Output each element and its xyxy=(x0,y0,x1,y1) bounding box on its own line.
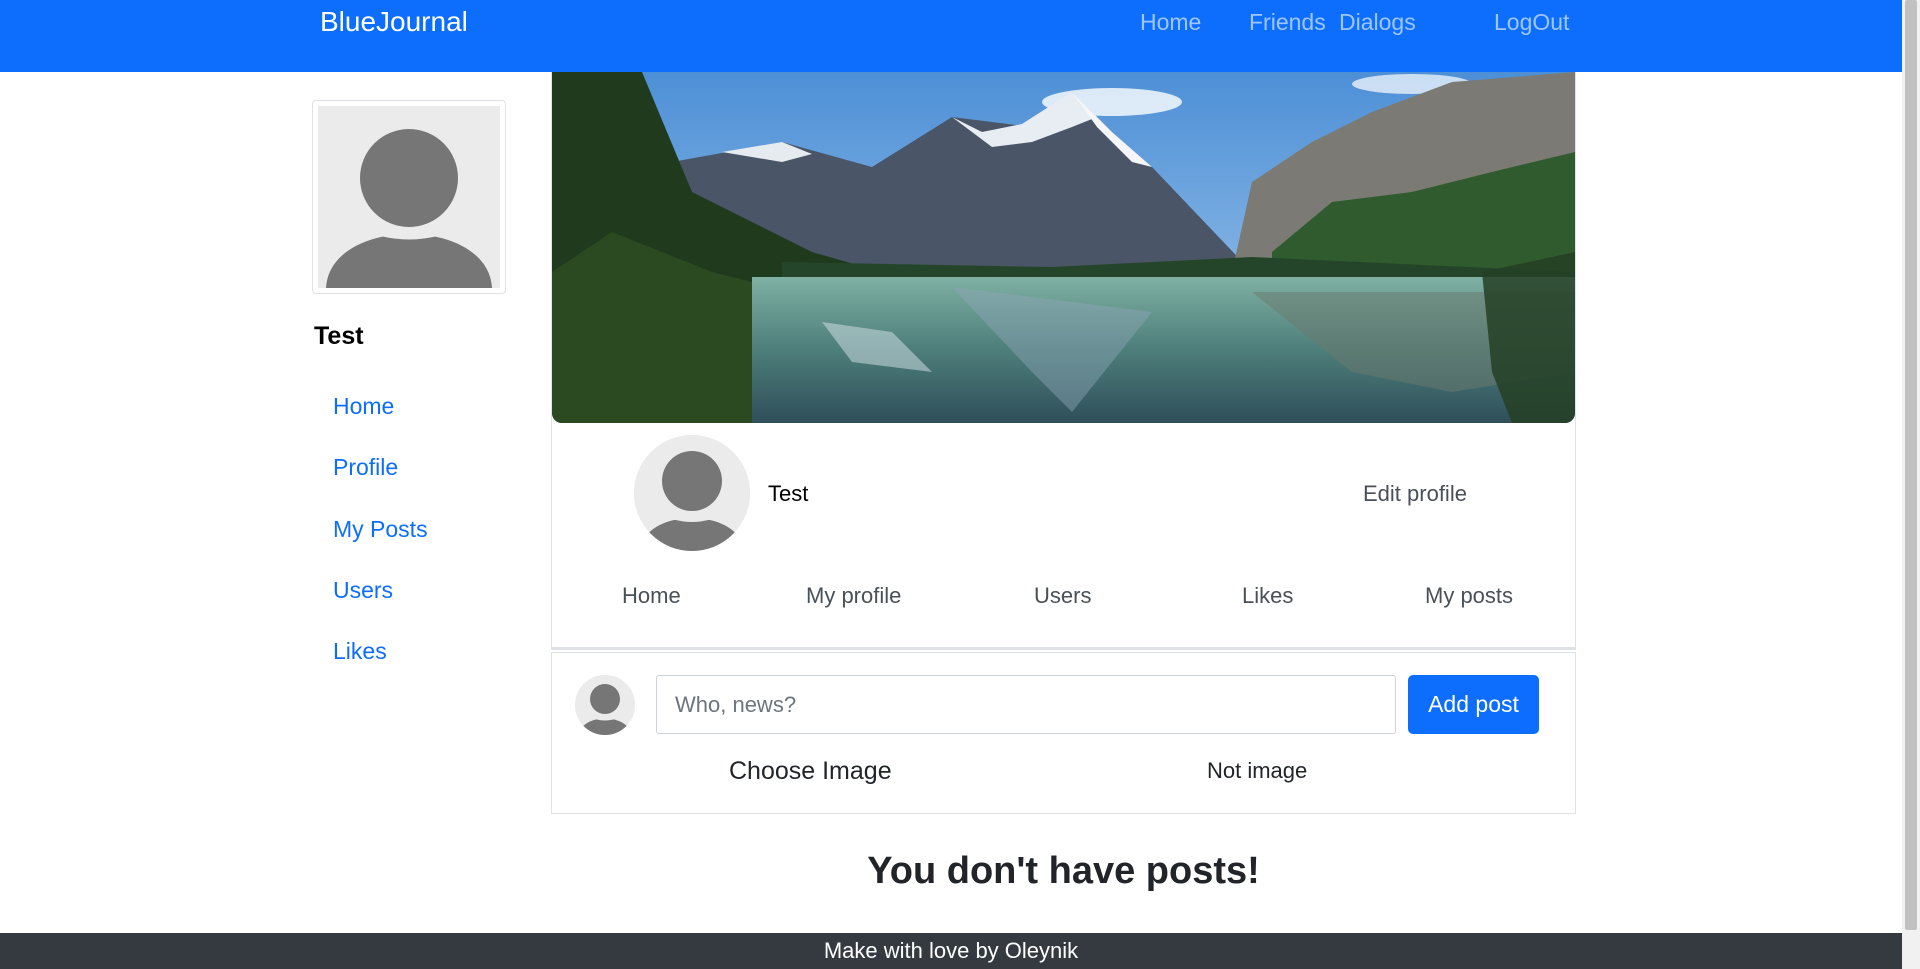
tab-my-posts[interactable]: My posts xyxy=(1425,583,1513,609)
scrollbar-thumb[interactable] xyxy=(1905,0,1917,930)
composer-avatar-icon xyxy=(575,675,635,735)
top-navbar: BlueJournal Home Friends Dialogs LogOut xyxy=(0,0,1902,72)
nav-link-home[interactable]: Home xyxy=(1140,9,1201,36)
sidebar-avatar-card xyxy=(312,100,506,294)
sidebar-link-likes[interactable]: Likes xyxy=(333,638,387,665)
image-status-label: Not image xyxy=(1207,758,1308,783)
nav-link-logout[interactable]: LogOut xyxy=(1494,9,1569,36)
cover-image xyxy=(552,72,1575,423)
tab-users[interactable]: Users xyxy=(1034,583,1091,609)
profile-user-name: Test xyxy=(768,481,809,506)
nav-link-friends[interactable]: Friends xyxy=(1249,9,1326,36)
post-text-input[interactable] xyxy=(656,675,1396,734)
choose-image-button[interactable]: Choose Image xyxy=(729,757,892,786)
sidebar-link-home[interactable]: Home xyxy=(333,393,394,420)
page-scrollbar[interactable] xyxy=(1902,0,1920,969)
user-avatar-icon xyxy=(318,106,500,288)
sidebar-link-users[interactable]: Users xyxy=(333,577,393,604)
sidebar-link-my-posts[interactable]: My Posts xyxy=(333,516,428,543)
edit-profile-link[interactable]: Edit profile xyxy=(1363,481,1467,507)
sidebar-user-name: Test xyxy=(314,322,364,350)
tab-home[interactable]: Home xyxy=(622,583,681,609)
tab-my-profile[interactable]: My profile xyxy=(806,583,901,609)
nav-link-dialogs[interactable]: Dialogs xyxy=(1339,9,1416,36)
sidebar-link-profile[interactable]: Profile xyxy=(333,454,398,481)
tab-likes[interactable]: Likes xyxy=(1242,583,1293,609)
no-posts-message: You don't have posts! xyxy=(867,850,1260,892)
add-post-button[interactable]: Add post xyxy=(1408,675,1539,734)
page-footer: Make with love by Oleynik xyxy=(0,933,1902,969)
brand-logo[interactable]: BlueJournal xyxy=(320,6,468,38)
profile-avatar-icon xyxy=(634,435,750,551)
